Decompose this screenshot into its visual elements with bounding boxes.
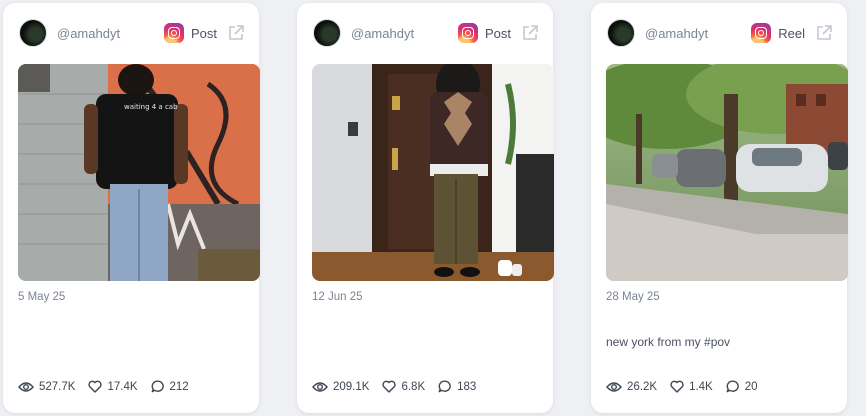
post-type-label: Post [484,25,511,41]
account-handle[interactable]: @amahdyt [57,26,164,41]
instagram-icon [163,23,184,43]
post-type-label: Reel [778,25,805,41]
comment-icon [726,380,739,393]
post-thumbnail[interactable] [606,64,848,281]
heart-icon [382,380,397,393]
post-date: 5 May 25 [18,291,66,303]
comments-stat: 212 [151,380,189,393]
shirt-text: waiting 4 a cab [124,103,178,111]
likes-stat: 1.4K [670,380,713,393]
views-count: 527.7K [39,380,76,393]
external-link-icon[interactable] [521,24,539,42]
external-link-icon[interactable] [227,24,245,42]
post-card[interactable]: @amahdyt Post [3,3,260,413]
views-count: 26.2K [627,380,658,393]
post-date: 28 May 25 [606,291,660,303]
views-stat: 527.7K [18,381,75,393]
likes-count: 17.4K [107,380,138,393]
comment-icon [438,380,451,393]
comments-stat: 183 [438,380,476,393]
external-link-icon[interactable] [815,24,833,42]
views-stat: 209.1K [312,381,369,393]
avatar[interactable] [607,19,635,47]
post-thumbnail[interactable] [312,64,554,281]
post-thumbnail[interactable]: waiting 4 a cab [18,64,260,281]
avatar[interactable] [19,19,47,47]
comments-count: 20 [744,380,758,393]
account-handle[interactable]: @amahdyt [645,26,751,41]
views-count: 209.1K [333,380,370,393]
post-stats: 209.1K 6.8K 183 [312,380,489,393]
post-caption: new york from my #pov [606,335,731,349]
likes-stat: 6.8K [382,380,425,393]
likes-count: 6.8K [401,380,426,393]
heart-icon [88,380,103,393]
heart-icon [670,380,684,393]
post-stats: 26.2K 1.4K 20 [606,380,771,393]
comment-icon [151,380,164,393]
eye-icon [18,381,34,392]
post-stats: 527.7K 17.4K 212 [18,380,202,393]
avatar[interactable] [313,19,341,47]
comments-count: 183 [457,380,477,393]
eye-icon [606,381,622,392]
views-stat: 26.2K [606,381,657,393]
likes-stat: 17.4K [88,380,138,393]
comments-stat: 20 [726,380,758,393]
account-handle[interactable]: @amahdyt [351,26,458,41]
post-card[interactable]: @amahdyt Reel 28 May 25 new york from my… [591,3,848,413]
post-type-label: Post [190,25,217,41]
instagram-icon [751,23,772,43]
card-header: @amahdyt Post [19,19,245,47]
post-date: 12 Jun 25 [312,291,363,303]
post-card[interactable]: @amahdyt Post [297,3,554,413]
comments-count: 212 [169,380,189,393]
likes-count: 1.4K [689,380,713,393]
card-header: @amahdyt Reel [607,19,833,47]
instagram-icon [457,23,478,43]
card-header: @amahdyt Post [313,19,539,47]
eye-icon [312,381,328,392]
